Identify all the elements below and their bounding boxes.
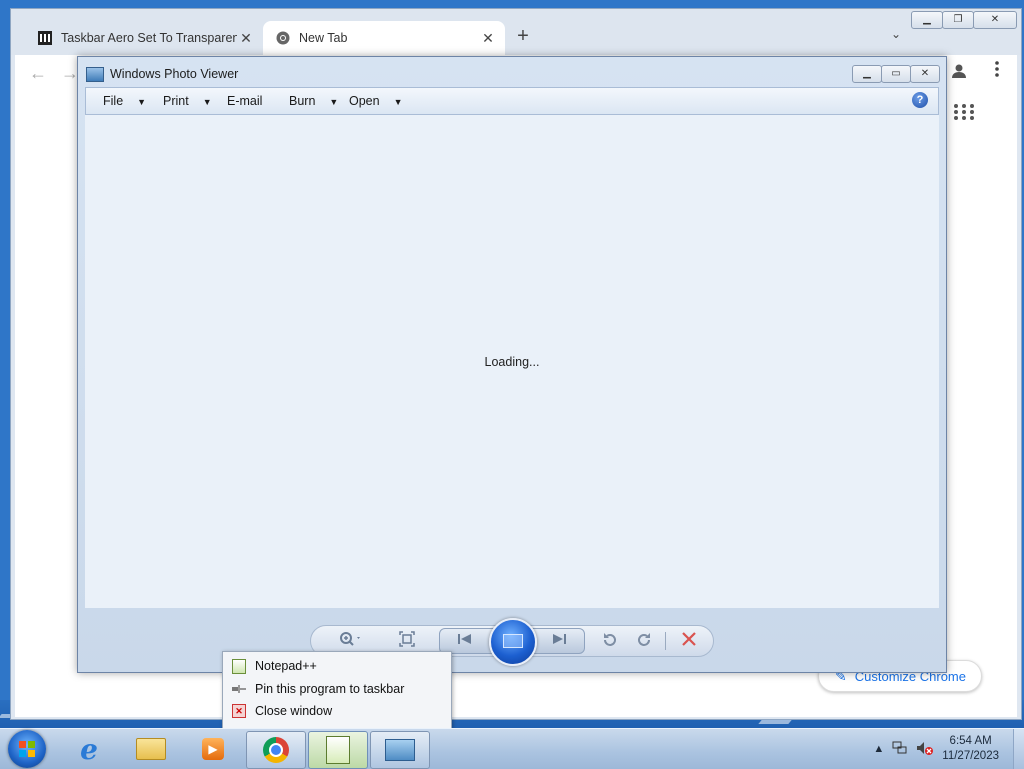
tab-taskbar-aero[interactable]: Taskbar Aero Set To Transparent ✕ (25, 21, 263, 55)
bank-icon (37, 30, 53, 46)
show-desktop-button[interactable] (1013, 729, 1024, 769)
delete-icon[interactable] (681, 631, 697, 652)
system-tray: ▲ 6:54 AM 11/27/2023 (873, 729, 1024, 769)
taskbar-windows-explorer[interactable] (122, 731, 180, 767)
dropdown-arrow-icon: ▼ (329, 97, 339, 107)
taskbar-media-player[interactable]: ▶ (184, 731, 242, 767)
menu-burn[interactable]: Burn ▼ (289, 94, 338, 108)
photo-viewer-titlebar: Windows Photo Viewer (86, 65, 238, 83)
desktop-streak (758, 720, 792, 724)
menu-email[interactable]: E-mail (227, 94, 262, 108)
chrome-icon (263, 737, 289, 763)
maximize-button[interactable]: ▭ (881, 65, 911, 83)
clock-time: 6:54 AM (949, 735, 992, 747)
notepadpp-icon (326, 736, 350, 764)
taskbar-internet-explorer[interactable]: e (60, 731, 118, 767)
taskbar-notepadpp[interactable] (308, 731, 368, 769)
new-tab-button[interactable]: + (511, 25, 535, 49)
chrome-menu-icon[interactable] (995, 61, 999, 77)
taskbar-google-chrome[interactable] (246, 731, 306, 769)
slideshow-button[interactable] (489, 618, 537, 666)
tab-title: New Tab (299, 31, 348, 45)
window-title: Windows Photo Viewer (110, 67, 239, 81)
close-window-button[interactable]: ✕ (910, 65, 940, 83)
close-tab-icon[interactable]: ✕ (479, 30, 497, 47)
show-hidden-icons-arrow[interactable]: ▲ (873, 743, 884, 755)
menu-open-label: Open (349, 94, 380, 108)
slideshow-icon (503, 634, 523, 648)
minimize-button[interactable]: ▁ (852, 65, 882, 83)
chrome-icon (275, 30, 291, 46)
close-window-button[interactable]: ✕ (973, 11, 1017, 29)
rotate-counterclockwise-icon[interactable] (601, 631, 619, 654)
notepadpp-icon (231, 658, 247, 674)
volume-muted-icon[interactable] (916, 741, 934, 758)
taskbar-jump-list: Notepad++ Pin this program to taskbar ✕ … (222, 651, 452, 729)
jump-list-label: Pin this program to taskbar (255, 682, 405, 696)
chrome-window-controls: ▁ ❐ ✕ (911, 11, 1017, 29)
internet-explorer-icon: e (80, 732, 98, 766)
tab-search-dropdown-icon[interactable]: ⌄ (891, 27, 901, 41)
close-tab-icon[interactable]: ✕ (237, 30, 255, 47)
google-apps-icon[interactable] (954, 104, 976, 120)
profile-icon[interactable] (951, 63, 967, 84)
jump-list-item-pin[interactable]: Pin this program to taskbar (231, 679, 404, 699)
dropdown-arrow-icon: ▼ (393, 97, 403, 107)
dropdown-arrow-icon: ▼ (137, 97, 147, 107)
menu-file[interactable]: File ▼ (103, 94, 146, 108)
loading-text: Loading... (484, 355, 540, 369)
close-window-icon: ✕ (231, 703, 247, 719)
rotate-clockwise-icon[interactable] (635, 631, 653, 654)
menu-print-label: Print (163, 94, 189, 108)
back-arrow-icon[interactable]: ← (29, 63, 47, 84)
tab-new-tab[interactable]: New Tab ✕ (263, 21, 505, 55)
tab-title: Taskbar Aero Set To Transparent (61, 31, 237, 45)
media-player-icon: ▶ (202, 738, 224, 760)
dropdown-arrow-icon: ▼ (202, 97, 212, 107)
jump-list-label: Notepad++ (255, 659, 317, 673)
system-clock[interactable]: 6:54 AM 11/27/2023 (942, 734, 999, 764)
next-icon[interactable] (551, 632, 567, 651)
menu-email-label: E-mail (227, 94, 263, 108)
taskbar-photo-viewer[interactable] (370, 731, 430, 769)
photo-viewer-window-controls: ▁ ▭ ✕ (852, 65, 940, 83)
jump-list-label: Close window (255, 704, 333, 718)
photo-viewer-app-icon (86, 66, 104, 82)
start-button[interactable] (8, 730, 46, 768)
taskbar: e ▶ ▲ 6:54 AM 11/27/2023 (0, 728, 1024, 769)
previous-icon[interactable] (457, 632, 473, 651)
help-icon[interactable]: ? (912, 92, 928, 108)
pin-icon (231, 681, 247, 697)
menu-print[interactable]: Print ▼ (163, 94, 212, 108)
photo-viewer-menubar: File ▼ Print ▼ E-mail Burn ▼ Open ▼ ? (85, 87, 939, 115)
windows-logo-icon (19, 741, 35, 757)
photo-viewer-window: Windows Photo Viewer ▁ ▭ ✕ File ▼ Print ▼ … (77, 56, 947, 673)
folder-icon (136, 738, 166, 760)
control-separator (665, 632, 666, 650)
minimize-button[interactable]: ▁ (911, 11, 943, 29)
photo-viewer-icon (385, 739, 415, 761)
menu-open[interactable]: Open ▼ (349, 94, 403, 108)
clock-date: 11/27/2023 (942, 750, 999, 762)
image-display-area: Loading... (85, 115, 939, 608)
restore-button[interactable]: ❐ (942, 11, 974, 29)
chrome-tab-strip: Taskbar Aero Set To Transparent ✕ New Ta… (11, 9, 1021, 55)
jump-list-item-notepadpp[interactable]: Notepad++ (231, 656, 317, 676)
jump-list-item-close-window[interactable]: ✕ Close window (231, 701, 332, 721)
menu-burn-label: Burn (289, 94, 316, 108)
menu-file-label: File (103, 94, 124, 108)
network-icon[interactable] (892, 741, 908, 758)
actual-size-icon[interactable] (399, 631, 415, 652)
